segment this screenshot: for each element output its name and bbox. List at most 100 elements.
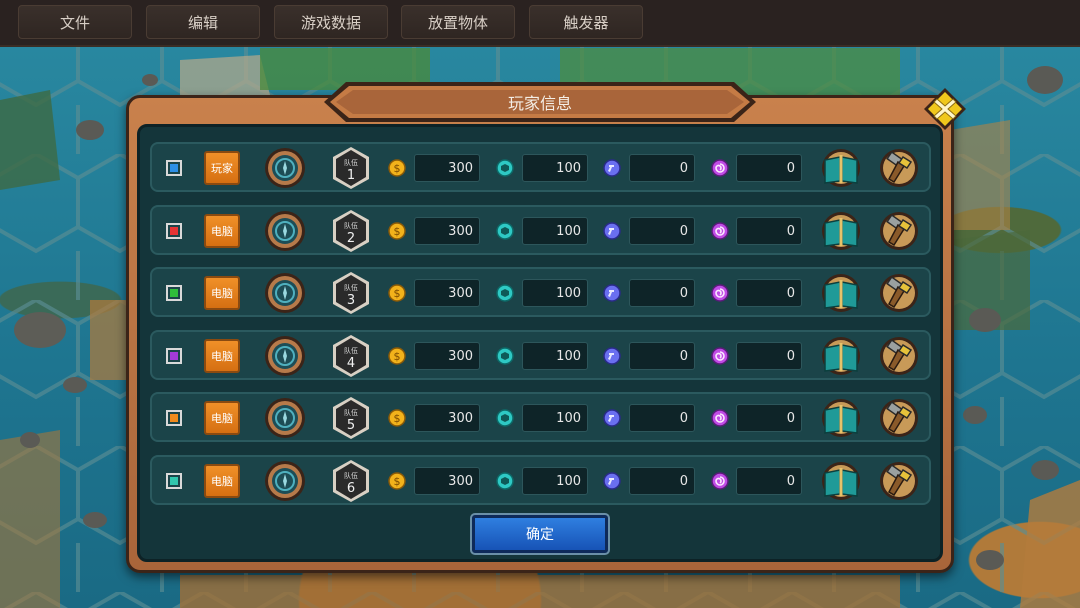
svg-text:$: $ [394, 475, 401, 488]
cyan-gem-icon [496, 409, 514, 427]
team-label: 队伍 [344, 284, 358, 292]
resource-input[interactable]: 0 [629, 404, 695, 432]
cyan-gem-icon [496, 222, 514, 240]
player-avatar-icon[interactable] [264, 272, 306, 314]
build-hammer-icon[interactable] [878, 148, 920, 188]
cyan-gem-icon [496, 347, 514, 365]
menu-game-data[interactable]: 游戏数据 [274, 5, 388, 39]
player-row: 电脑 队伍 6 $300 100 0 0 [150, 455, 931, 505]
resource-input[interactable]: 100 [522, 154, 588, 182]
cyan-gem-icon [496, 472, 514, 490]
purple-spiral-icon [711, 284, 729, 302]
resource-input[interactable]: 0 [736, 217, 802, 245]
player-avatar-icon[interactable] [264, 460, 306, 502]
player-color-fill [170, 414, 178, 422]
spellbook-icon[interactable] [820, 211, 862, 251]
team-hex-badge[interactable]: 队伍 5 [331, 396, 371, 440]
spellbook-icon[interactable] [820, 398, 862, 438]
team-hex-badge[interactable]: 队伍 2 [331, 209, 371, 253]
hammer-badge-icon [603, 347, 621, 365]
team-label: 队伍 [344, 222, 358, 230]
hammer-badge-icon [603, 222, 621, 240]
dialog-title: 玩家信息 [507, 94, 572, 113]
svg-text:$: $ [394, 412, 401, 425]
player-color-swatch[interactable] [166, 473, 182, 489]
team-number: 3 [346, 293, 356, 308]
resource-input[interactable]: 0 [736, 342, 802, 370]
player-color-fill [170, 289, 178, 297]
gold-coin-icon: $ [388, 409, 406, 427]
hammer-badge-icon [603, 159, 621, 177]
team-hex-badge[interactable]: 队伍 1 [331, 146, 371, 190]
resource-input[interactable]: 0 [629, 342, 695, 370]
resource-input[interactable]: 0 [629, 279, 695, 307]
player-color-fill [170, 227, 178, 235]
player-color-swatch[interactable] [166, 285, 182, 301]
player-type-button[interactable]: 电脑 [204, 214, 240, 248]
resource-input[interactable]: 0 [736, 404, 802, 432]
player-avatar-icon[interactable] [264, 210, 306, 252]
dialog-title-plate: 玩家信息 [322, 80, 758, 124]
top-menu-bar: 文件 编辑 游戏数据 放置物体 触发器 [0, 0, 1080, 47]
menu-edit[interactable]: 编辑 [146, 5, 260, 39]
svg-text:$: $ [394, 225, 401, 238]
spellbook-icon[interactable] [820, 273, 862, 313]
resource-input[interactable]: 0 [629, 217, 695, 245]
resource-input[interactable]: 0 [629, 467, 695, 495]
player-type-button[interactable]: 电脑 [204, 339, 240, 373]
gold-coin-icon: $ [388, 347, 406, 365]
resource-input[interactable]: 100 [522, 467, 588, 495]
close-button[interactable] [922, 86, 968, 132]
team-label: 队伍 [344, 409, 358, 417]
team-hex-badge[interactable]: 队伍 4 [331, 334, 371, 378]
player-color-swatch[interactable] [166, 410, 182, 426]
resource-input[interactable]: 0 [629, 154, 695, 182]
menu-place-object[interactable]: 放置物体 [401, 5, 515, 39]
player-color-fill [170, 352, 178, 360]
player-avatar-icon[interactable] [264, 335, 306, 377]
team-hex-badge[interactable]: 队伍 6 [331, 459, 371, 503]
hammer-badge-icon [603, 472, 621, 490]
close-icon [924, 88, 966, 130]
resource-input[interactable]: 100 [522, 342, 588, 370]
player-type-button[interactable]: 电脑 [204, 276, 240, 310]
svg-text:$: $ [394, 287, 401, 300]
resource-input[interactable]: 300 [414, 154, 480, 182]
resource-input[interactable]: 300 [414, 217, 480, 245]
spellbook-icon[interactable] [820, 336, 862, 376]
player-type-button[interactable]: 玩家 [204, 151, 240, 185]
player-type-button[interactable]: 电脑 [204, 464, 240, 498]
confirm-button[interactable]: 确定 [470, 513, 610, 555]
resource-input[interactable]: 100 [522, 279, 588, 307]
resource-input[interactable]: 0 [736, 467, 802, 495]
menu-file[interactable]: 文件 [18, 5, 132, 39]
player-color-swatch[interactable] [166, 348, 182, 364]
player-row: 电脑 队伍 3 $300 100 0 0 [150, 267, 931, 317]
resource-input[interactable]: 300 [414, 404, 480, 432]
player-color-swatch[interactable] [166, 160, 182, 176]
spellbook-icon[interactable] [820, 461, 862, 501]
spellbook-icon[interactable] [820, 148, 862, 188]
build-hammer-icon[interactable] [878, 211, 920, 251]
resource-input[interactable]: 300 [414, 467, 480, 495]
purple-spiral-icon [711, 347, 729, 365]
resource-input[interactable]: 100 [522, 217, 588, 245]
build-hammer-icon[interactable] [878, 461, 920, 501]
resource-input[interactable]: 100 [522, 404, 588, 432]
build-hammer-icon[interactable] [878, 398, 920, 438]
team-hex-badge[interactable]: 队伍 3 [331, 271, 371, 315]
hammer-badge-icon [603, 409, 621, 427]
player-avatar-icon[interactable] [264, 147, 306, 189]
resource-input[interactable]: 300 [414, 279, 480, 307]
team-number: 6 [346, 481, 356, 496]
build-hammer-icon[interactable] [878, 273, 920, 313]
resource-input[interactable]: 300 [414, 342, 480, 370]
build-hammer-icon[interactable] [878, 336, 920, 376]
menu-triggers[interactable]: 触发器 [529, 5, 643, 39]
player-type-button[interactable]: 电脑 [204, 401, 240, 435]
player-color-swatch[interactable] [166, 223, 182, 239]
player-avatar-icon[interactable] [264, 397, 306, 439]
resource-input[interactable]: 0 [736, 154, 802, 182]
player-row: 电脑 队伍 5 $300 100 0 0 [150, 392, 931, 442]
resource-input[interactable]: 0 [736, 279, 802, 307]
